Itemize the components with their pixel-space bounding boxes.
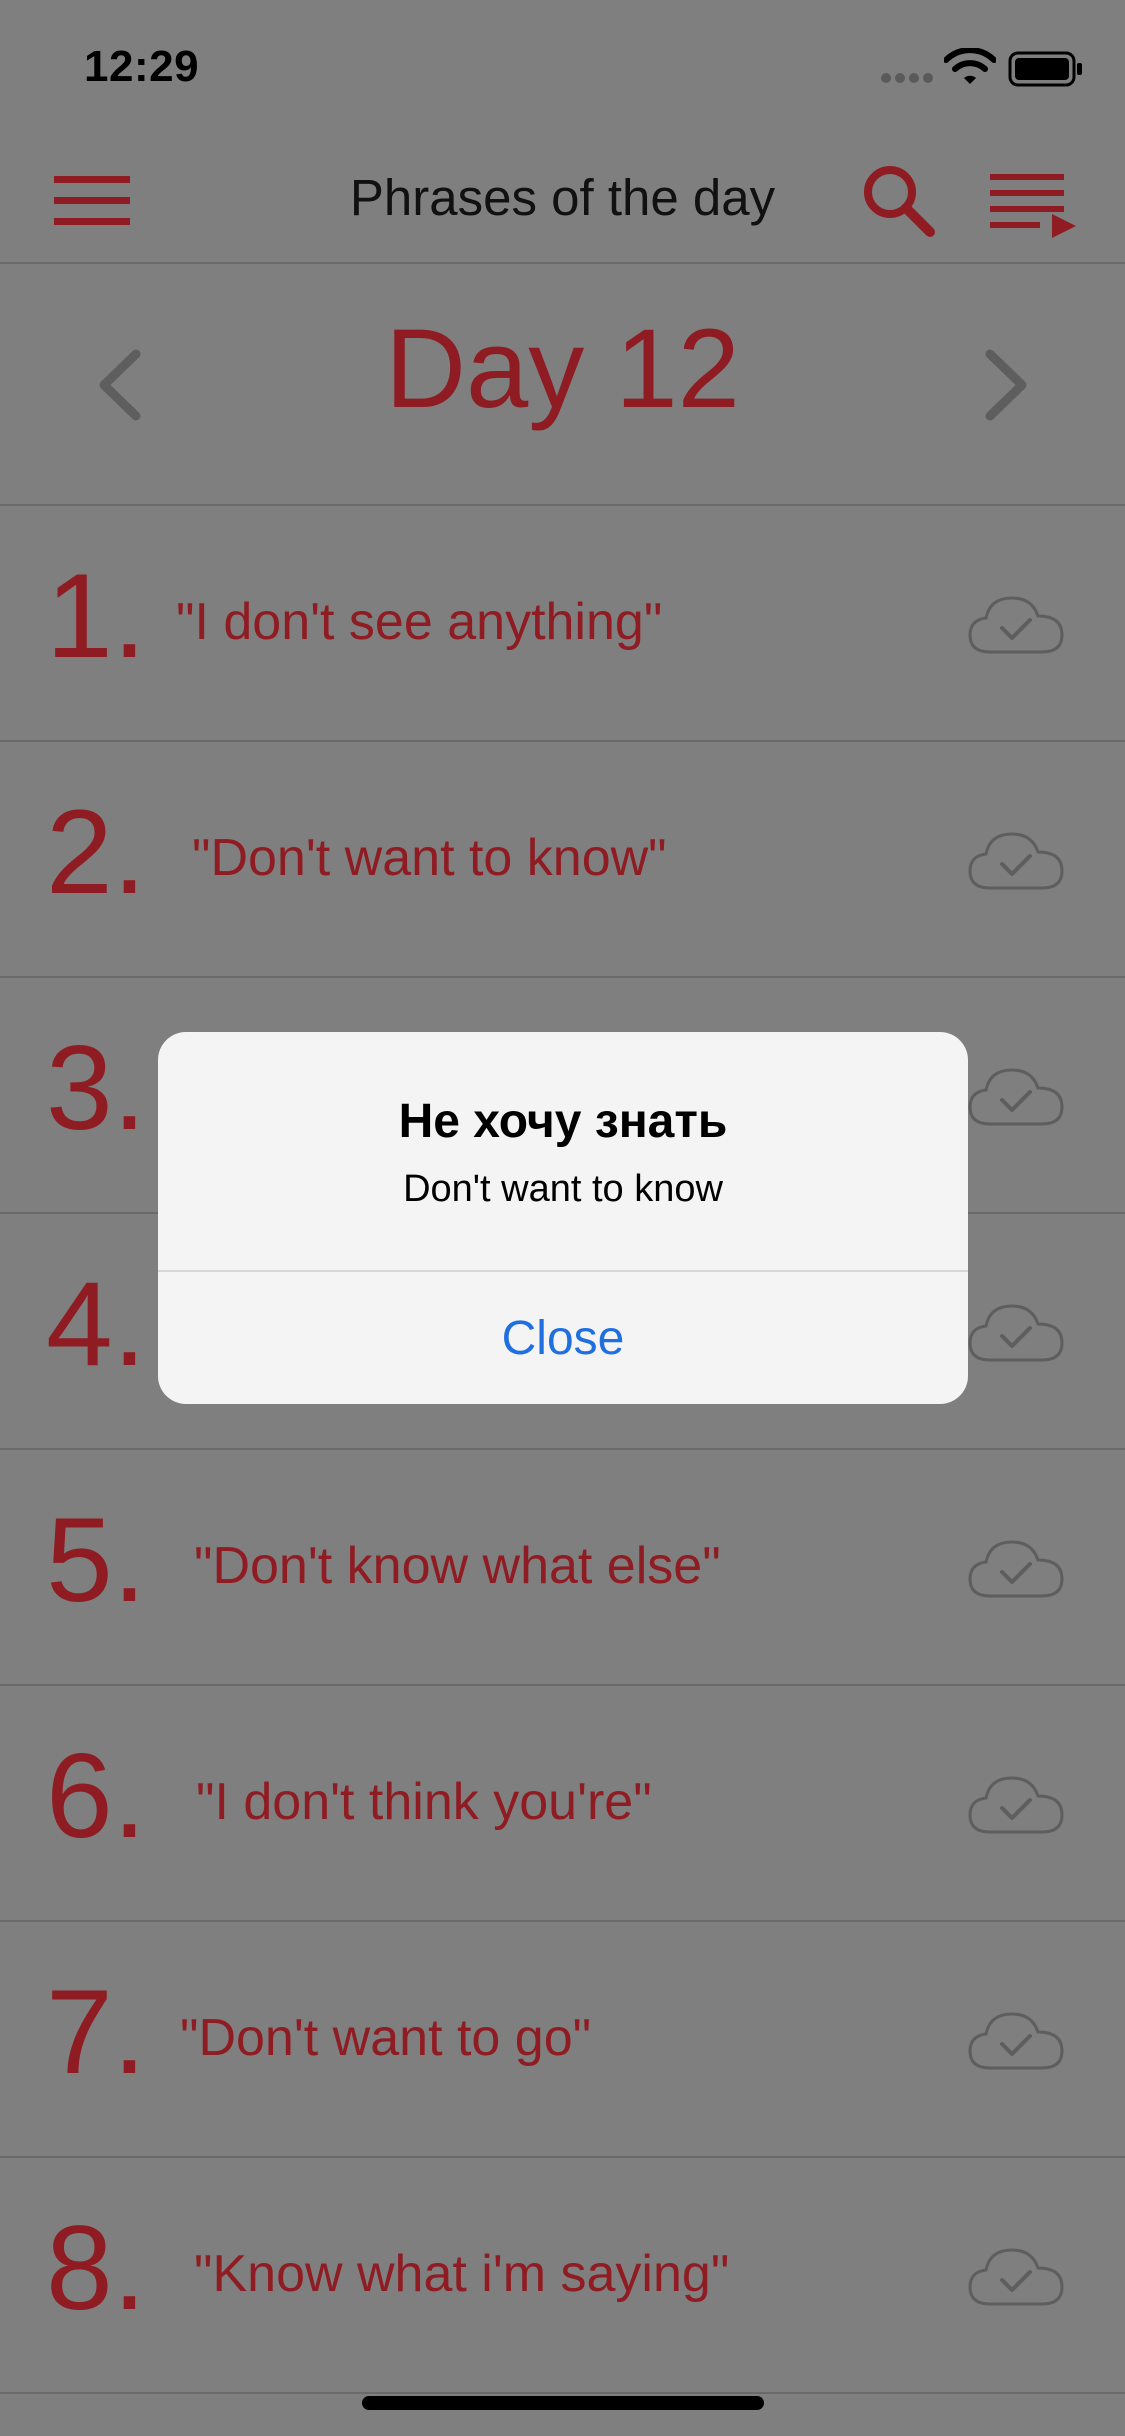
cloud-check-icon[interactable] <box>966 1770 1066 1840</box>
alert-title: Не хочу знать <box>398 1095 728 1148</box>
search-icon[interactable] <box>858 160 938 240</box>
cloud-check-icon[interactable] <box>966 1062 1066 1132</box>
item-number: 2. <box>46 785 147 919</box>
cloud-check-icon[interactable] <box>966 826 1066 896</box>
close-button[interactable]: Close <box>158 1272 968 1404</box>
status-bar: 12:29 <box>0 0 1125 132</box>
home-indicator <box>362 2396 764 2410</box>
cloud-check-icon[interactable] <box>966 2006 1066 2076</box>
page-title: Phrases of the day <box>349 169 776 226</box>
list-item[interactable]: 6. "I don't think you're" <box>0 1686 1125 1922</box>
item-text: "Know what i'm saying" <box>194 2245 730 2303</box>
list-item[interactable]: 8. "Know what i'm saying" <box>0 2158 1125 2394</box>
alert-dialog: Не хочу знать Don't want to know Close <box>158 1032 968 1404</box>
alert-message: Don't want to know <box>403 1168 723 1210</box>
chevron-right-icon[interactable] <box>978 346 1036 424</box>
item-number: 4. <box>46 1257 147 1391</box>
item-text: "Don't know what else" <box>194 1537 721 1595</box>
list-item[interactable]: 7. "Don't want to go" <box>0 1922 1125 2158</box>
cellular-signal-icon <box>881 73 933 83</box>
day-label: Day 12 <box>385 306 740 431</box>
item-number: 6. <box>46 1729 147 1863</box>
item-number: 8. <box>46 2201 147 2335</box>
playlist-play-icon[interactable] <box>990 168 1078 240</box>
cloud-check-icon[interactable] <box>966 1534 1066 1604</box>
item-text: "I don't see anything" <box>176 593 663 651</box>
item-text: "Don't want to go" <box>180 2009 592 2067</box>
status-time: 12:29 <box>84 42 200 91</box>
item-text: "I don't think you're" <box>196 1773 652 1831</box>
item-number: 5. <box>46 1493 147 1627</box>
day-header: Day 12 <box>0 264 1125 506</box>
item-number: 7. <box>46 1965 147 2099</box>
cloud-check-icon[interactable] <box>966 590 1066 660</box>
list-item[interactable]: 1. "I don't see anything" <box>0 506 1125 742</box>
cloud-check-icon[interactable] <box>966 1298 1066 1368</box>
list-item[interactable]: 5. "Don't know what else" <box>0 1450 1125 1686</box>
cloud-check-icon[interactable] <box>966 2242 1066 2312</box>
battery-icon <box>1008 51 1082 87</box>
item-text: "Don't want to know" <box>192 829 667 887</box>
phrase-list: 1. "I don't see anything" 2. "Don't want… <box>0 506 1125 2394</box>
item-number: 1. <box>46 549 147 683</box>
nav-bar: Phrases of the day <box>0 132 1125 264</box>
wifi-icon <box>944 48 996 84</box>
item-number: 3. <box>46 1021 147 1155</box>
list-item[interactable]: 2. "Don't want to know" <box>0 742 1125 978</box>
